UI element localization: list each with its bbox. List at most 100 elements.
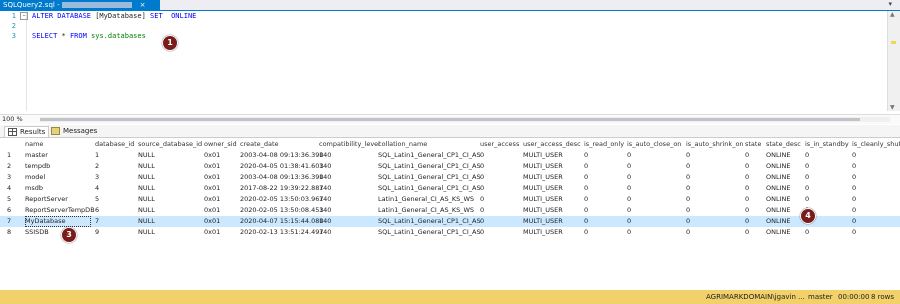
table-cell[interactable]: ReportServer xyxy=(25,194,68,205)
column-header[interactable]: name xyxy=(25,139,43,150)
scroll-down-icon[interactable]: ▼ xyxy=(890,104,895,111)
table-cell[interactable]: 2020-02-05 13:50:03.967 xyxy=(240,194,324,205)
table-cell[interactable]: 140 xyxy=(319,216,331,227)
column-header[interactable]: collation_name xyxy=(378,139,427,150)
collapse-icon[interactable]: − xyxy=(20,12,28,20)
editor-vertical-scrollbar[interactable]: ▲ ▼ xyxy=(887,11,900,111)
table-cell[interactable]: model xyxy=(25,172,45,183)
table-cell[interactable]: 2020-04-07 15:15:44.080 xyxy=(240,216,324,227)
table-cell[interactable]: 0x01 xyxy=(204,161,220,172)
table-cell[interactable]: ONLINE xyxy=(766,194,791,205)
column-header[interactable]: create_date xyxy=(240,139,279,150)
table-cell[interactable]: 0 xyxy=(627,172,631,183)
column-header[interactable]: is_read_only xyxy=(584,139,624,150)
table-cell[interactable]: 0 xyxy=(584,150,588,161)
table-cell[interactable]: 0 xyxy=(686,216,690,227)
table-cell[interactable]: 0 xyxy=(745,172,749,183)
table-cell[interactable]: 9 xyxy=(95,227,99,238)
table-cell[interactable]: ReportServerTempDB xyxy=(25,205,95,216)
table-cell[interactable]: 0 xyxy=(584,227,588,238)
table-row[interactable]: 3 model 3 NULL 0x01 2003-04-08 09:13:36.390 14… xyxy=(0,172,900,183)
table-cell[interactable]: 0 xyxy=(627,150,631,161)
table-cell[interactable]: 140 xyxy=(319,194,331,205)
table-cell[interactable]: 1 xyxy=(95,150,99,161)
table-cell[interactable]: ONLINE xyxy=(766,205,791,216)
column-header[interactable]: state xyxy=(745,139,761,150)
scroll-up-icon[interactable]: ▲ xyxy=(890,11,895,18)
table-cell[interactable]: 0 xyxy=(686,183,690,194)
table-cell[interactable]: 0 xyxy=(627,161,631,172)
table-cell[interactable]: 2020-04-05 01:38:41.603 xyxy=(240,161,324,172)
table-cell[interactable]: 0 xyxy=(745,183,749,194)
column-header[interactable]: source_database_id xyxy=(138,139,202,150)
column-header[interactable]: compatibility_level xyxy=(319,139,380,150)
table-cell[interactable]: 0 xyxy=(805,183,809,194)
table-cell[interactable]: 5 xyxy=(95,194,99,205)
table-cell[interactable]: MULTI_USER xyxy=(523,227,563,238)
table-cell[interactable]: 2 xyxy=(95,161,99,172)
table-cell[interactable]: 140 xyxy=(319,150,331,161)
table-cell[interactable]: 0 xyxy=(480,227,484,238)
table-cell[interactable]: 0 xyxy=(852,150,856,161)
table-cell[interactable]: 0 xyxy=(686,205,690,216)
close-icon[interactable]: × xyxy=(140,1,146,9)
table-cell[interactable]: 0 xyxy=(686,172,690,183)
table-cell[interactable]: 140 xyxy=(319,205,331,216)
table-cell[interactable]: 2020-02-05 13:50:08.453 xyxy=(240,205,324,216)
table-cell[interactable]: 0x01 xyxy=(204,183,220,194)
table-cell[interactable]: SSISDB xyxy=(25,227,49,238)
table-cell[interactable]: master xyxy=(25,150,48,161)
code-line[interactable]: 1− ALTER DATABASE [MyDatabase] SET ONLINE xyxy=(0,11,196,21)
table-cell[interactable]: ONLINE xyxy=(766,216,791,227)
table-cell[interactable]: ONLINE xyxy=(766,172,791,183)
query-tab[interactable]: SQLQuery2.sql - × xyxy=(0,0,160,10)
column-header[interactable]: state_desc xyxy=(766,139,801,150)
table-cell[interactable]: 7 xyxy=(95,216,99,227)
table-cell[interactable]: 0x01 xyxy=(204,227,220,238)
table-cell[interactable]: NULL xyxy=(138,172,155,183)
table-cell[interactable]: 0 xyxy=(745,150,749,161)
table-cell[interactable]: NULL xyxy=(138,216,155,227)
table-cell[interactable]: MULTI_USER xyxy=(523,150,563,161)
table-cell[interactable]: 0 xyxy=(805,172,809,183)
table-cell[interactable]: 0 xyxy=(805,161,809,172)
table-cell[interactable]: 140 xyxy=(319,227,331,238)
table-cell[interactable]: 0 xyxy=(627,183,631,194)
horizontal-scroll-thumb[interactable] xyxy=(40,118,860,121)
table-row[interactable]: 8 SSISDB 9 NULL 0x01 2020-02-13 13:51:24.497 1… xyxy=(0,227,900,238)
table-cell[interactable]: SQL_Latin1_General_CP1_CI_AS xyxy=(378,172,481,183)
table-cell[interactable]: MULTI_USER xyxy=(523,183,563,194)
table-cell[interactable]: 0 xyxy=(480,172,484,183)
table-cell[interactable]: 0 xyxy=(852,172,856,183)
table-cell[interactable]: 0 xyxy=(480,216,484,227)
column-header[interactable]: user_access_desc xyxy=(523,139,581,150)
table-cell[interactable]: ONLINE xyxy=(766,183,791,194)
table-cell[interactable]: SQL_Latin1_General_CP1_CI_AS xyxy=(378,161,481,172)
table-cell[interactable]: 0 xyxy=(852,205,856,216)
table-cell[interactable]: 0 xyxy=(584,205,588,216)
column-header[interactable]: is_auto_shrink_on xyxy=(686,139,744,150)
table-cell[interactable]: 0 xyxy=(627,227,631,238)
table-cell[interactable]: Latin1_General_CI_AS_KS_WS xyxy=(378,194,474,205)
table-cell[interactable]: 0 xyxy=(745,227,749,238)
table-cell[interactable]: 0 xyxy=(584,194,588,205)
column-header[interactable]: is_in_standby xyxy=(805,139,849,150)
column-header[interactable]: is_cleanly_shutd xyxy=(852,139,900,150)
table-cell[interactable]: 0 xyxy=(627,194,631,205)
query-editor[interactable]: 1− ALTER DATABASE [MyDatabase] SET ONLINE… xyxy=(0,11,888,111)
table-cell[interactable]: 0 xyxy=(686,194,690,205)
table-cell[interactable]: 0x01 xyxy=(204,172,220,183)
table-cell[interactable]: NULL xyxy=(138,194,155,205)
table-cell[interactable]: 0 xyxy=(480,205,484,216)
table-cell[interactable]: 0 xyxy=(686,161,690,172)
table-cell[interactable]: MyDatabase xyxy=(25,216,91,227)
table-cell[interactable]: 0 xyxy=(852,194,856,205)
table-cell[interactable]: 2020-02-13 13:51:24.497 xyxy=(240,227,324,238)
chevron-down-icon[interactable]: ▾ xyxy=(888,0,892,8)
column-header[interactable]: user_access xyxy=(480,139,519,150)
column-header[interactable]: owner_sid xyxy=(204,139,237,150)
table-cell[interactable]: 0 xyxy=(745,205,749,216)
table-cell[interactable]: 6 xyxy=(95,205,99,216)
table-cell[interactable]: 0 xyxy=(852,183,856,194)
table-cell[interactable]: MULTI_USER xyxy=(523,205,563,216)
